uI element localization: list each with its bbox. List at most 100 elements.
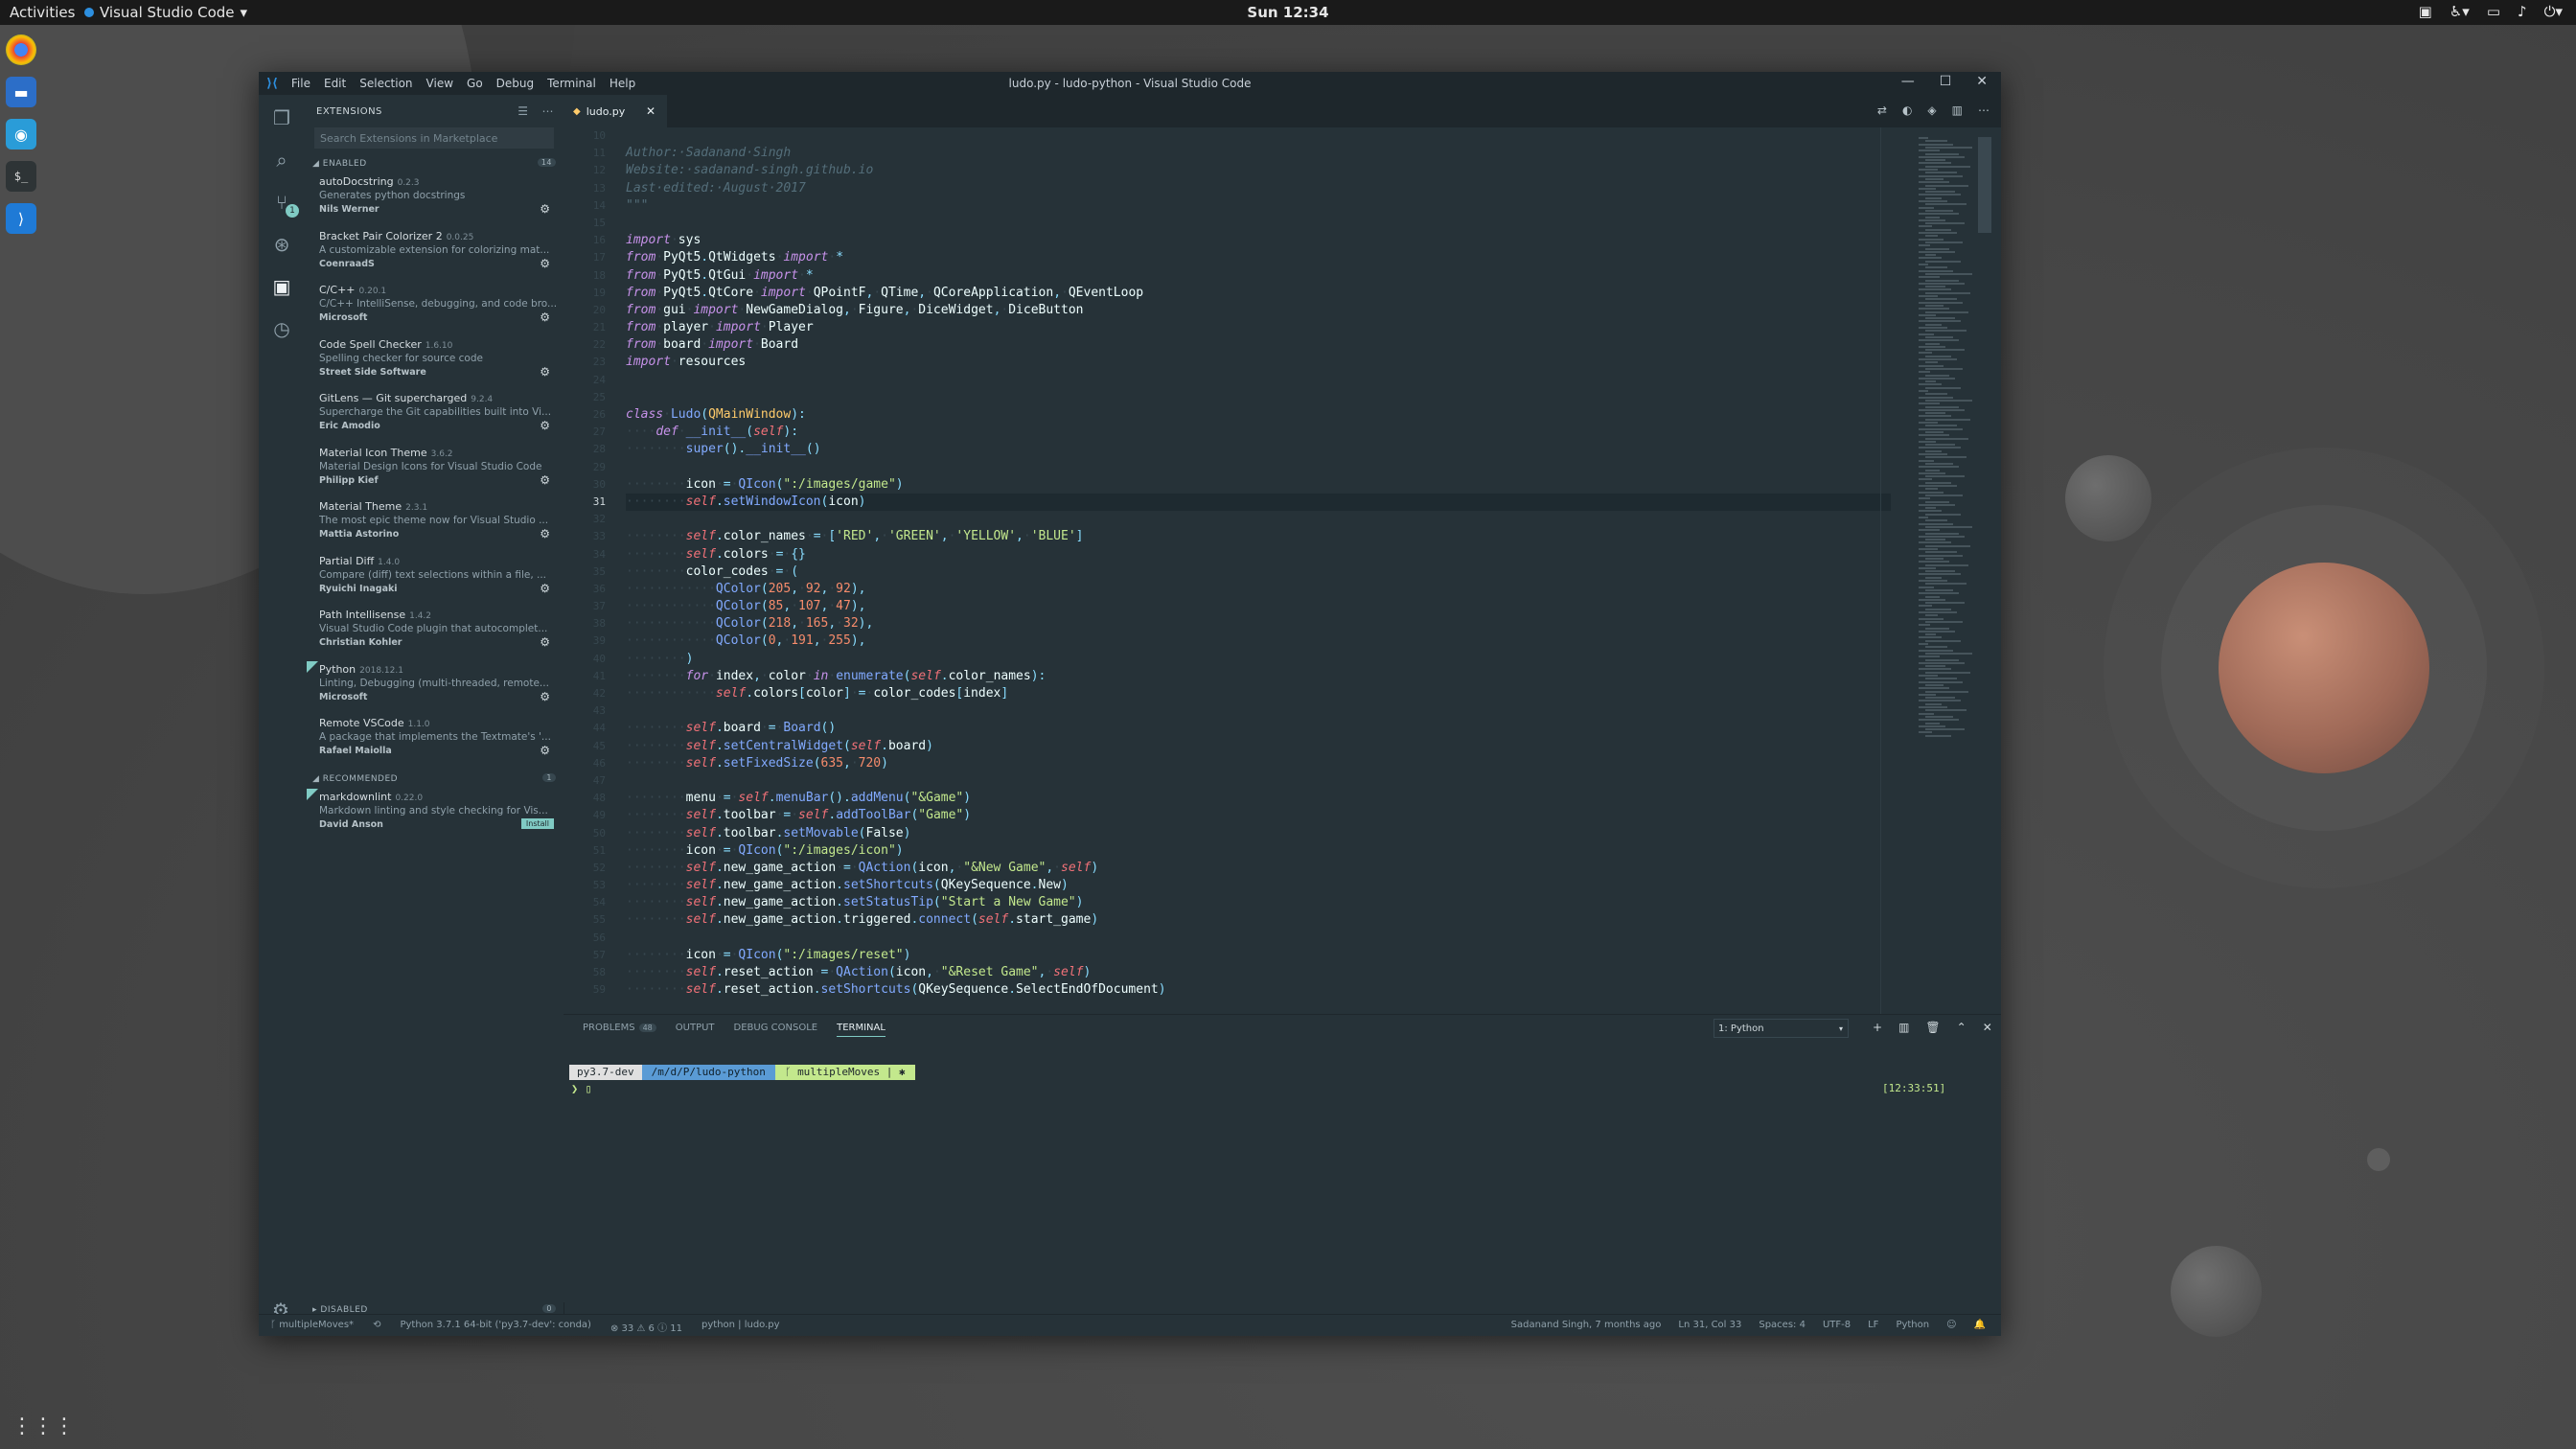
tab-problems[interactable]: PROBLEMS 48 [583, 1023, 656, 1037]
debug-icon[interactable]: ⊛ [259, 223, 305, 265]
notification-icon[interactable]: ▣ [2419, 3, 2432, 20]
minimap[interactable] [1915, 127, 1982, 750]
status-language[interactable]: Python [1896, 1320, 1929, 1330]
code-line[interactable]: ········self.new_game_action.triggered.c… [626, 911, 1891, 929]
status-indentation[interactable]: Spaces: 4 [1759, 1320, 1806, 1330]
code-line[interactable]: ········self.new_game_action.setStatusTi… [626, 894, 1891, 911]
code-line[interactable] [626, 511, 1891, 528]
status-cursor-position[interactable]: Ln 31, Col 33 [1678, 1320, 1741, 1330]
extension-item[interactable]: Python 2018.12.1 Linting, Debugging (multi… [305, 660, 564, 716]
gear-icon[interactable]: ⚙ [540, 582, 550, 595]
vscode-dock-icon[interactable]: ⟩ [6, 203, 36, 234]
code-line[interactable] [626, 372, 1891, 389]
close-icon[interactable]: ✕ [646, 104, 656, 118]
code-line[interactable]: ········self.setFixedSize(635,·720) [626, 755, 1891, 772]
close-button[interactable]: ✕ [1976, 74, 1988, 89]
extension-item[interactable]: Path Intellisense 1.4.2 Visual Studio Code… [305, 607, 564, 661]
code-line[interactable]: Website:·sadanand-singh.github.io [626, 162, 1891, 179]
code-line[interactable]: ········icon·=·QIcon(":/images/reset") [626, 947, 1891, 964]
terminal-input-line[interactable]: ❯ ▯ [571, 1082, 592, 1095]
clock[interactable]: Sun 12:34 [0, 4, 2576, 21]
menu-file[interactable]: File [291, 77, 310, 90]
editor-scrollbar[interactable] [1978, 137, 1991, 233]
accessibility-icon[interactable]: ♿▾ [2450, 3, 2470, 20]
extension-item[interactable]: C/C++ 0.20.1 C/C++ IntelliSense, debugging… [305, 282, 564, 336]
extension-search-input[interactable]: Search Extensions in Marketplace [314, 127, 554, 149]
browser-icon[interactable]: ◉ [6, 119, 36, 150]
code-line[interactable]: ············QColor(85,·107,·47), [626, 598, 1891, 615]
terminal-icon[interactable]: $_ [6, 161, 36, 192]
code-line[interactable]: ············QColor(205,·92,·92), [626, 581, 1891, 598]
volume-icon[interactable]: ♪ [2518, 3, 2527, 20]
code-line[interactable]: ············QColor(218,·165,·32), [626, 615, 1891, 632]
code-line[interactable]: ········color_codes·=·( [626, 564, 1891, 581]
code-line[interactable]: class·Ludo(QMainWindow): [626, 406, 1891, 424]
code-line[interactable] [626, 702, 1891, 720]
code-line[interactable]: ········self.colors·=·{} [626, 546, 1891, 564]
status-python-interpreter[interactable]: Python 3.7.1 64-bit ('py3.7-dev': conda) [400, 1320, 591, 1334]
menu-edit[interactable]: Edit [324, 77, 346, 90]
menu-terminal[interactable]: Terminal [547, 77, 596, 90]
code-line[interactable] [626, 215, 1891, 232]
gear-icon[interactable]: ⚙ [540, 690, 550, 703]
status-encoding[interactable]: UTF-8 [1823, 1320, 1851, 1330]
maximize-button[interactable]: ☐ [1940, 74, 1952, 89]
code-line[interactable]: ········icon·=·QIcon(":/images/game") [626, 476, 1891, 494]
new-terminal-icon[interactable]: + [1873, 1021, 1882, 1034]
code-line[interactable]: from·PyQt5.QtGui·import·* [626, 267, 1891, 285]
status-breadcrumb[interactable]: python | ludo.py [702, 1320, 780, 1334]
menu-selection[interactable]: Selection [359, 77, 412, 90]
terminal-select[interactable]: 1: Python ▾ [1714, 1019, 1849, 1038]
code-line[interactable] [626, 930, 1891, 947]
enabled-section-header[interactable]: ◢ ENABLED 14 [305, 154, 564, 173]
show-applications-icon[interactable]: ⋮⋮⋮ [12, 1414, 75, 1438]
tab-terminal[interactable]: TERMINAL [837, 1023, 886, 1037]
gear-icon[interactable]: ⚙ [540, 310, 550, 324]
clear-icon[interactable]: ☰ [518, 104, 528, 118]
code-line[interactable]: ········menu·=·self.menuBar().addMenu("&… [626, 790, 1891, 807]
code-line[interactable] [626, 389, 1891, 406]
code-line[interactable]: ········icon·=·QIcon(":/images/icon") [626, 842, 1891, 860]
code-line[interactable]: ········self.reset_action·=·QAction(icon… [626, 964, 1891, 981]
code-line[interactable]: from·player·import·Player [626, 319, 1891, 336]
tab-debug-console[interactable]: DEBUG CONSOLE [734, 1023, 818, 1037]
extension-item[interactable]: Partial Diff 1.4.0 Compare (diff) text sel… [305, 553, 564, 608]
code-line[interactable] [626, 127, 1891, 145]
code-line[interactable]: Author:·Sadanand·Singh [626, 145, 1891, 162]
gear-icon[interactable]: ⚙ [540, 257, 550, 270]
compare-icon[interactable]: ⇄ [1877, 104, 1887, 117]
status-problems[interactable]: ⊗ 33 ⚠ 6 ⓘ 11 [610, 1320, 682, 1334]
code-line[interactable]: ············self.colors[color]·=·color_c… [626, 685, 1891, 702]
status-branch[interactable]: ᚴ multipleMoves* [270, 1320, 354, 1334]
gear-icon[interactable]: ⚙ [540, 473, 550, 487]
network-icon[interactable]: ▭ [2487, 3, 2500, 20]
extension-item[interactable]: Material Theme 2.3.1 The most epic theme n… [305, 498, 564, 553]
code-line[interactable]: ············QColor(0,·191,·255), [626, 632, 1891, 650]
trash-icon[interactable]: 🗑 [1925, 1021, 1940, 1034]
code-editor[interactable]: 10 11 12 13 14 15 16 17 18 19 20 21 22 23 24 25 26 27 28 29… [564, 127, 2001, 1076]
extension-item[interactable]: Code Spell Checker 1.6.10 Spelling checker… [305, 336, 564, 391]
code-line[interactable]: ········self.toolbar·=·self.addToolBar("… [626, 807, 1891, 824]
chrome-icon[interactable] [6, 34, 36, 65]
extension-item[interactable]: Remote VSCode 1.1.0 A package that impleme… [305, 715, 564, 770]
status-git-blame[interactable]: Sadanand Singh, 7 months ago [1511, 1320, 1662, 1330]
recommended-section-header[interactable]: ◢ RECOMMENDED 1 [305, 770, 564, 789]
code-line[interactable]: """ [626, 197, 1891, 215]
gear-icon[interactable]: ⚙ [540, 419, 550, 432]
install-button[interactable]: Install [520, 817, 554, 829]
code-line[interactable]: import·sys [626, 232, 1891, 249]
code-line[interactable]: import·resources [626, 354, 1891, 371]
code-line[interactable]: ········self.new_game_action.setShortcut… [626, 877, 1891, 894]
menu-help[interactable]: Help [610, 77, 635, 90]
menu-view[interactable]: View [426, 77, 453, 90]
system-tray[interactable]: ▣ ♿▾ ▭ ♪ ⏻▾ [2419, 3, 2563, 20]
explorer-icon[interactable]: ❐ [259, 97, 305, 139]
gear-icon[interactable]: ⚙ [540, 635, 550, 649]
minimize-button[interactable]: — [1901, 74, 1915, 89]
code-line[interactable]: ········self.setWindowIcon(icon) [626, 493, 1891, 512]
code-line[interactable] [626, 772, 1891, 790]
split-terminal-icon[interactable]: ▥ [1898, 1021, 1909, 1034]
sync-icon[interactable]: ⟲ [373, 1320, 380, 1334]
code-line[interactable]: ········self.color_names·=·['RED',·'GREE… [626, 528, 1891, 545]
split-editor-icon[interactable]: ▥ [1952, 104, 1963, 117]
